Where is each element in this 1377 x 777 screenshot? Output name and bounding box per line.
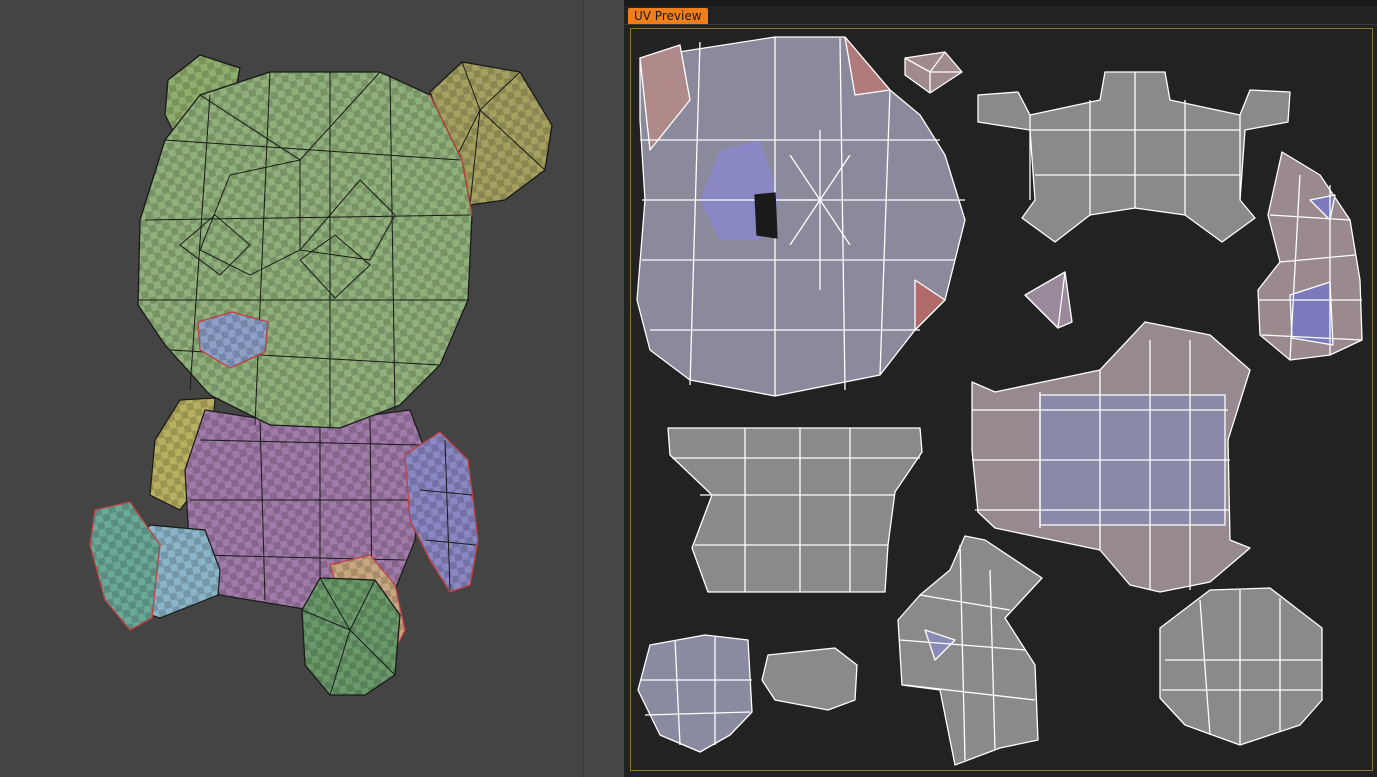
- uv-island-foot-left[interactable]: [637, 634, 753, 753]
- uv-island-small-top[interactable]: [904, 51, 963, 94]
- uv-island-arm[interactable]: [897, 535, 1043, 766]
- uv-island-body[interactable]: [971, 321, 1251, 593]
- left-foot: [89, 501, 161, 631]
- uv-island-oval[interactable]: [761, 647, 858, 711]
- uv-island-body-top[interactable]: [977, 71, 1291, 243]
- panel-gap: [584, 0, 624, 777]
- right-arm: [404, 431, 479, 593]
- uv-island-torso[interactable]: [667, 427, 923, 593]
- uv-islands[interactable]: [624, 0, 1377, 777]
- head: [137, 71, 473, 429]
- uv-island-tiny[interactable]: [1024, 271, 1073, 329]
- right-foot: [301, 577, 401, 696]
- uv-island-curve[interactable]: [1257, 151, 1363, 361]
- uv-island-head[interactable]: [636, 36, 966, 397]
- bear-model[interactable]: [0, 0, 583, 777]
- uv-island-round[interactable]: [1159, 587, 1323, 746]
